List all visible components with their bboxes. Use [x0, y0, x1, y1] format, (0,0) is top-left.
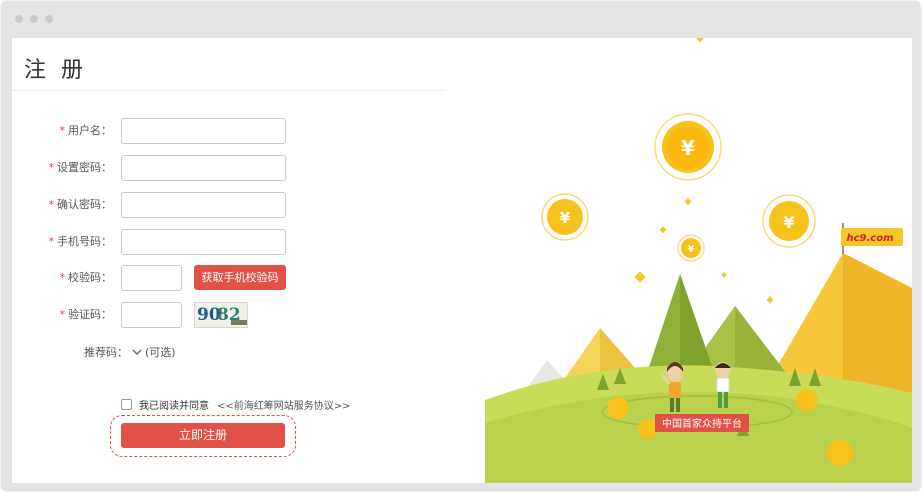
password-input[interactable] [121, 155, 286, 181]
sms-code-input[interactable] [121, 265, 182, 291]
captcha-noise [231, 320, 247, 325]
window-dot[interactable] [15, 15, 23, 23]
sms-label: * 校验码： [12, 265, 113, 291]
coin-right: ¥ [762, 194, 816, 248]
get-sms-code-button[interactable]: 获取手机校验码 [194, 265, 286, 290]
agreement-link[interactable]: <<前海红筹网站服务协议>> [217, 397, 351, 412]
password-label-text: 设置密码： [57, 161, 112, 174]
page-content: 注 册 * 用户名： * 设置密码： * 确认密码： * 手机号码： * 校验码… [12, 38, 912, 483]
agreement-row: 我已阅读并同意 <<前海红筹网站服务协议>> [121, 397, 351, 412]
username-label: * 用户名： [12, 118, 113, 144]
sms-label-text: 校验码： [68, 271, 112, 284]
coin-symbol: ¥ [783, 213, 794, 232]
register-panel: 注 册 * 用户名： * 设置密码： * 确认密码： * 手机号码： * 校验码… [12, 38, 485, 483]
register-button[interactable]: 立即注册 [121, 423, 285, 448]
recommend-label: 推荐码： [84, 346, 128, 359]
window-dot[interactable] [30, 15, 38, 23]
coin-large: ¥ [654, 113, 722, 181]
promo-illustration: ¥ ¥ ¥ ¥ 中国首家众持平台 hc9.com [485, 38, 912, 483]
agree-text: 我已阅读并同意 [139, 401, 209, 412]
required-mark: * [48, 198, 55, 211]
required-mark: * [59, 308, 66, 321]
recommend-toggle[interactable]: (可选) [132, 344, 176, 360]
captcha-input[interactable] [121, 302, 182, 328]
required-mark: * [59, 271, 66, 284]
chevron-down-icon [132, 349, 142, 355]
captcha-label: * 验证码： [12, 302, 113, 328]
required-mark: * [48, 161, 55, 174]
coin-symbol: ¥ [688, 245, 695, 255]
password-label: * 设置密码： [12, 155, 113, 181]
confirm-label-text: 确认密码： [57, 198, 112, 211]
phone-row: * 手机号码： [12, 229, 113, 255]
phone-label: * 手机号码： [12, 229, 113, 255]
coin-symbol: ¥ [560, 209, 571, 227]
coin-small: ¥ [677, 234, 705, 262]
agree-checkbox[interactable] [121, 399, 132, 410]
confirm-password-input[interactable] [121, 192, 286, 218]
captcha-row: * 验证码： [12, 302, 113, 328]
username-label-text: 用户名： [68, 124, 112, 137]
captcha-image[interactable]: 90 82 [194, 302, 248, 328]
confirm-row: * 确认密码： [12, 192, 113, 218]
password-row: * 设置密码： [12, 155, 113, 181]
title-divider [12, 90, 446, 91]
illustration-panel: ¥ ¥ ¥ ¥ 中国首家众持平台 hc9.com [485, 38, 912, 483]
required-mark: * [59, 124, 66, 137]
coin-symbol: ¥ [681, 136, 695, 160]
recommend-toggle-label: (可选) [145, 346, 176, 359]
sms-row: * 校验码： [12, 265, 113, 291]
phone-input[interactable] [121, 229, 286, 255]
browser-window: 注 册 * 用户名： * 设置密码： * 确认密码： * 手机号码： * 校验码… [1, 1, 921, 491]
username-input[interactable] [121, 118, 286, 144]
required-mark: * [48, 235, 55, 248]
window-dot[interactable] [45, 15, 53, 23]
submit-focus-ring: 立即注册 [110, 415, 296, 457]
captcha-label-text: 验证码： [68, 308, 112, 321]
platform-banner: 中国首家众持平台 [655, 414, 749, 432]
confirm-label: * 确认密码： [12, 192, 113, 218]
username-row: * 用户名： [12, 118, 113, 144]
coin-left: ¥ [541, 193, 589, 241]
banner-text: 中国首家众持平台 [662, 417, 742, 430]
window-controls [15, 15, 53, 23]
phone-label-text: 手机号码： [57, 235, 112, 248]
flag-logo-text: hc9.com [846, 233, 893, 244]
page-title: 注 册 [24, 58, 87, 83]
